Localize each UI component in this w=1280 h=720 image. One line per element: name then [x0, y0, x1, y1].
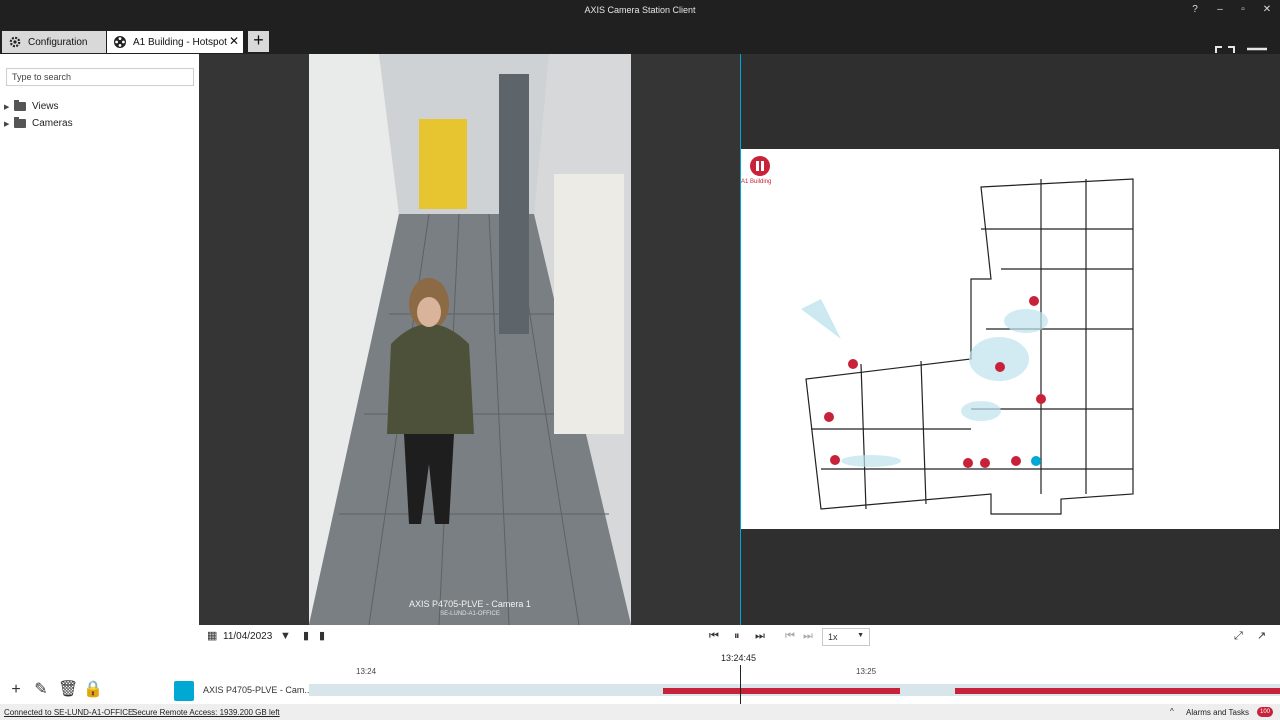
- tree-item-label: Cameras: [32, 118, 73, 129]
- tree-item-views[interactable]: ▶ Views: [4, 100, 59, 112]
- alarms-tasks-link[interactable]: Alarms and Tasks: [1186, 708, 1249, 717]
- current-time: 13:24:45: [721, 653, 757, 663]
- chevron-up-icon[interactable]: ^: [1170, 707, 1174, 716]
- status-bar: Connected to SE-LUND-A1-OFFICE Secure Re…: [0, 704, 1280, 720]
- tick-label: 13:25: [856, 667, 877, 676]
- folder-icon: [14, 100, 26, 111]
- calendar-icon[interactable]: ▦: [207, 630, 217, 642]
- add-bookmark-icon[interactable]: ▮: [319, 630, 325, 642]
- floor-map[interactable]: A1 Building: [741, 149, 1279, 529]
- minimize-button[interactable]: –: [1214, 3, 1226, 17]
- chevron-down-icon: ▼: [857, 632, 864, 639]
- film-reel-icon: [114, 36, 126, 48]
- bookmark-icon[interactable]: ▮: [303, 630, 309, 642]
- recording-track[interactable]: [309, 684, 1280, 696]
- camera-row-icon: [174, 681, 194, 701]
- expand-arrow-icon[interactable]: ▶: [4, 103, 14, 111]
- connection-status[interactable]: Connected to SE-LUND-A1-OFFICE: [4, 708, 133, 717]
- video-frame-image: [309, 54, 631, 625]
- tab-a1-building-hotspot[interactable]: A1 Building - Hotspot ✕: [107, 31, 243, 53]
- tab-bar: Configuration A1 Building - Hotspot ✕ +: [0, 20, 1280, 66]
- map-title: A1 Building: [741, 179, 771, 185]
- date-display[interactable]: 11/04/2023: [223, 631, 272, 642]
- alarm-count-badge: 100: [1257, 707, 1273, 717]
- close-button[interactable]: ✕: [1261, 3, 1273, 17]
- share-icon[interactable]: ↗: [1257, 630, 1266, 642]
- camera-sublabel: SE-LUND-A1-OFFICE: [440, 611, 500, 617]
- trash-icon[interactable]: 🗑: [58, 682, 78, 698]
- tab-configuration[interactable]: Configuration: [2, 31, 106, 53]
- camera-pane[interactable]: AXIS P4705-PLVE - Camera 1 SE-LUND-A1-OF…: [199, 54, 740, 625]
- tab-label: Configuration: [28, 36, 88, 48]
- step-back-icon[interactable]: ⏮: [785, 630, 795, 642]
- timeline[interactable]: 13:24:45 13:24 13:25 AXIS P4705-PLVE - C…: [199, 649, 1280, 704]
- speed-select[interactable]: 1x ▼: [822, 628, 870, 646]
- folder-icon: [14, 117, 26, 128]
- remote-access-status[interactable]: Secure Remote Access: 1939.200 GB left: [132, 708, 280, 717]
- skip-back-icon[interactable]: ⏮: [709, 630, 719, 642]
- recording-segment[interactable]: [663, 688, 901, 694]
- gear-icon: [9, 36, 21, 48]
- expand-arrow-icon[interactable]: ▶: [4, 120, 14, 128]
- help-button[interactable]: ?: [1189, 3, 1201, 17]
- tab-label: A1 Building - Hotspot: [133, 36, 227, 48]
- add-icon[interactable]: +: [8, 682, 24, 698]
- sidebar-toolbar: + ✎ 🗑 🔒: [8, 682, 103, 698]
- restore-button[interactable]: ▫: [1237, 3, 1249, 17]
- floor-plan-image: A1 Building: [741, 156, 1134, 515]
- recording-segment[interactable]: [954, 688, 1280, 694]
- skip-forward-icon[interactable]: ⏭: [755, 630, 765, 642]
- tick-label: 13:24: [356, 667, 377, 676]
- playback-controls: ▦ 11/04/2023 ▼ ▮ ▮ ⏮ ⏸ ⏭ ⏮ ⏭ 1x ▼ ⤢ ↗: [199, 625, 1280, 649]
- export-icon[interactable]: ⤢: [1234, 630, 1243, 642]
- close-tab-icon[interactable]: ✕: [229, 35, 239, 47]
- timeline-camera-label: AXIS P4705-PLVE - Cam...: [203, 685, 309, 695]
- edit-icon[interactable]: ✎: [33, 682, 49, 698]
- camera-label: AXIS P4705-PLVE - Camera 1: [409, 599, 531, 609]
- speed-value: 1x: [828, 632, 838, 642]
- time-cursor[interactable]: [740, 665, 741, 704]
- tree-item-label: Views: [32, 101, 59, 112]
- sidebar: Type to search ▶ Views ▶ Cameras + ✎ 🗑 🔒: [0, 54, 199, 704]
- step-forward-icon[interactable]: ⏭: [803, 630, 813, 642]
- lock-icon[interactable]: 🔒: [83, 682, 103, 698]
- search-input[interactable]: Type to search: [6, 68, 194, 86]
- map-pane[interactable]: A1 Building: [740, 54, 1280, 625]
- title-bar: AXIS Camera Station Client ? – ▫ ✕: [0, 0, 1280, 20]
- pause-icon[interactable]: ⏸: [734, 630, 740, 642]
- camera-video[interactable]: [309, 54, 631, 625]
- view-area: AXIS P4705-PLVE - Camera 1 SE-LUND-A1-OF…: [199, 54, 1280, 625]
- filter-icon[interactable]: ▼: [280, 630, 291, 642]
- add-tab-button[interactable]: +: [248, 31, 269, 52]
- window-title: AXIS Camera Station Client: [584, 5, 696, 15]
- tree-item-cameras[interactable]: ▶ Cameras: [4, 117, 73, 129]
